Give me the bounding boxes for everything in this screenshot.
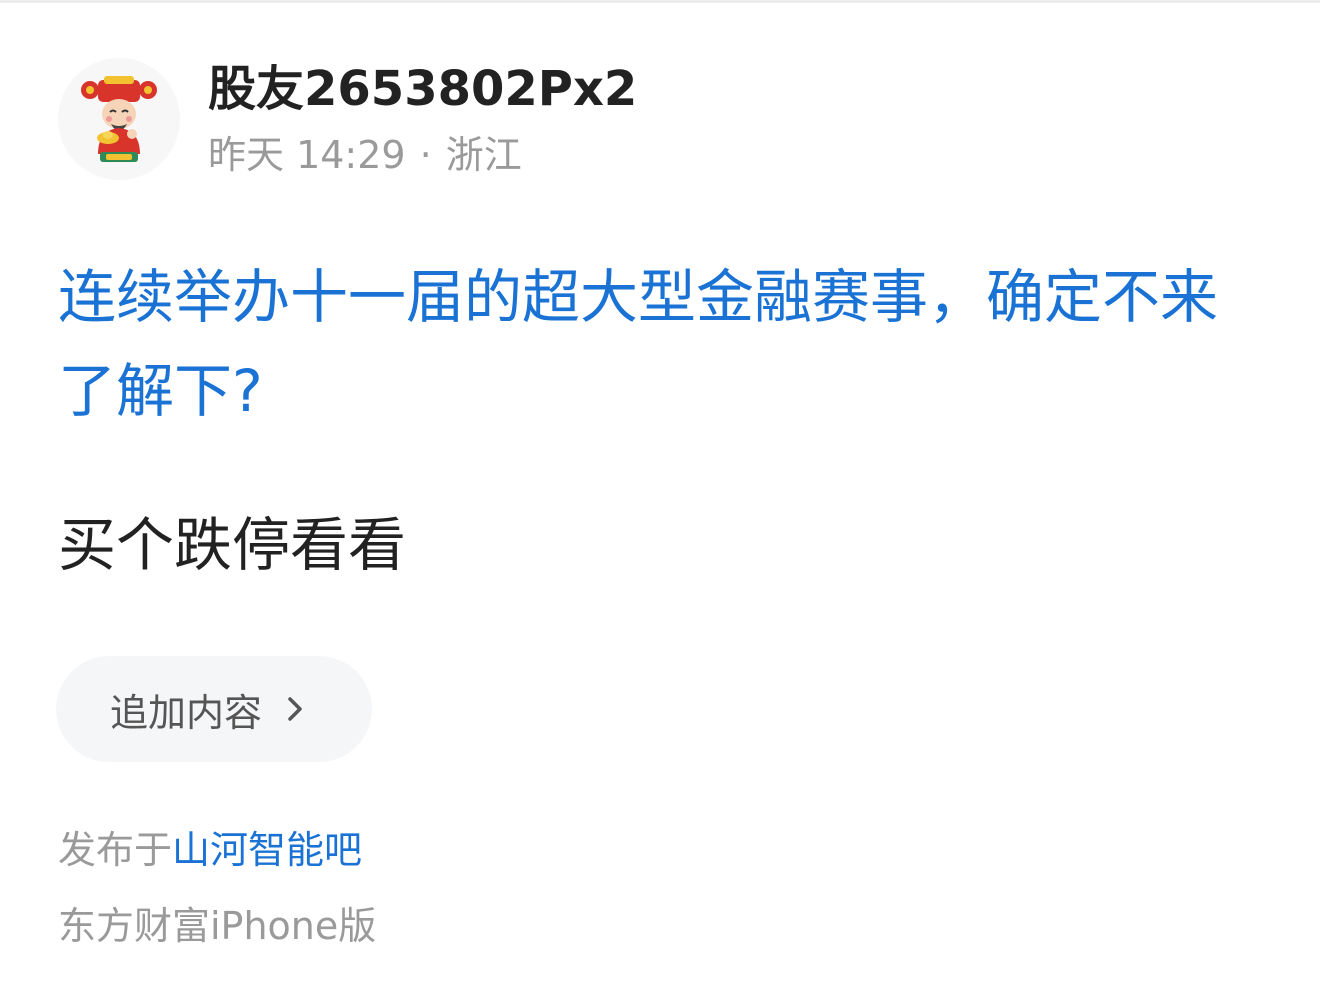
caishen-avatar-icon <box>81 76 157 162</box>
post-time: 昨天 14:29 <box>208 133 406 177</box>
forum-link[interactable]: 山河智能吧 <box>172 828 362 872</box>
published-prefix: 发布于 <box>58 828 173 872</box>
post-content: 买个跌停看看 <box>58 511 407 579</box>
append-content-label: 追加内容 <box>110 690 263 735</box>
post-title[interactable]: 连续举办十一届的超大型金融赛事，确定不来了解下? <box>58 250 1268 438</box>
client-source: 东方财富iPhone版 <box>58 904 377 948</box>
avatar[interactable] <box>58 58 180 180</box>
top-divider <box>0 0 1320 3</box>
post-location: 浙江 <box>445 133 522 177</box>
chevron-right-icon <box>288 697 302 721</box>
author-name[interactable]: 股友2653802Px2 <box>208 60 637 118</box>
meta-separator: · <box>419 133 432 177</box>
append-content-button[interactable]: 追加内容 <box>56 656 372 762</box>
published-in: 发布于山河智能吧 <box>58 822 362 878</box>
post-header: 股友2653802Px2 昨天 14:29 · 浙江 <box>58 58 637 180</box>
post-meta: 昨天 14:29 · 浙江 <box>208 130 637 180</box>
user-info: 股友2653802Px2 昨天 14:29 · 浙江 <box>208 58 637 180</box>
